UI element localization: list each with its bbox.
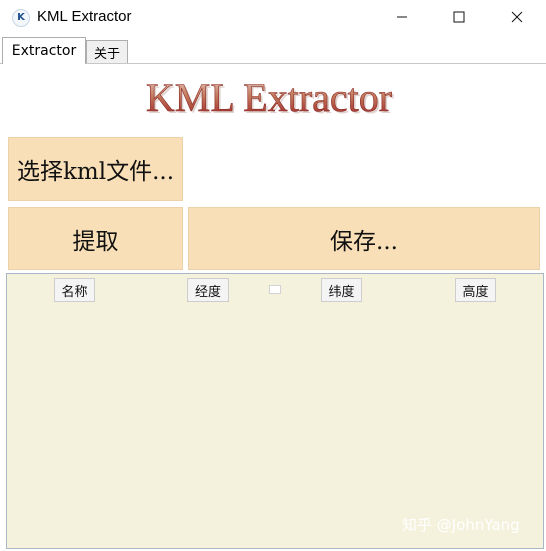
minimize-button[interactable] — [373, 0, 431, 34]
select-kml-file-button[interactable]: 选择kml文件... — [8, 137, 183, 201]
tab-about[interactable]: 关于 — [86, 40, 128, 63]
minimize-icon — [397, 16, 407, 18]
close-icon — [511, 11, 523, 23]
save-button[interactable]: 保存... — [188, 207, 540, 270]
logo-text: KML Extractor — [146, 75, 392, 120]
column-header-name[interactable]: 名称 — [54, 278, 95, 302]
column-header-altitude[interactable]: 高度 — [455, 278, 496, 302]
column-header-checkbox[interactable] — [269, 285, 281, 294]
close-button[interactable] — [488, 0, 546, 34]
tab-extractor[interactable]: Extractor — [2, 37, 86, 64]
column-header-latitude[interactable]: 纬度 — [321, 278, 362, 302]
extract-button[interactable]: 提取 — [8, 207, 183, 270]
title-bar: K KML Extractor — [0, 0, 546, 36]
app-logo: KML Extractor KML Extractor — [146, 75, 395, 122]
maximize-icon — [453, 11, 465, 23]
window-title: KML Extractor — [37, 8, 132, 25]
watermark: 知乎 @JohnYang — [402, 516, 520, 534]
column-header-longitude[interactable]: 经度 — [187, 278, 229, 302]
coordinates-table[interactable]: 名称 经度 纬度 高度 — [6, 273, 544, 549]
maximize-button[interactable] — [430, 0, 488, 34]
app-icon: K — [12, 9, 30, 27]
